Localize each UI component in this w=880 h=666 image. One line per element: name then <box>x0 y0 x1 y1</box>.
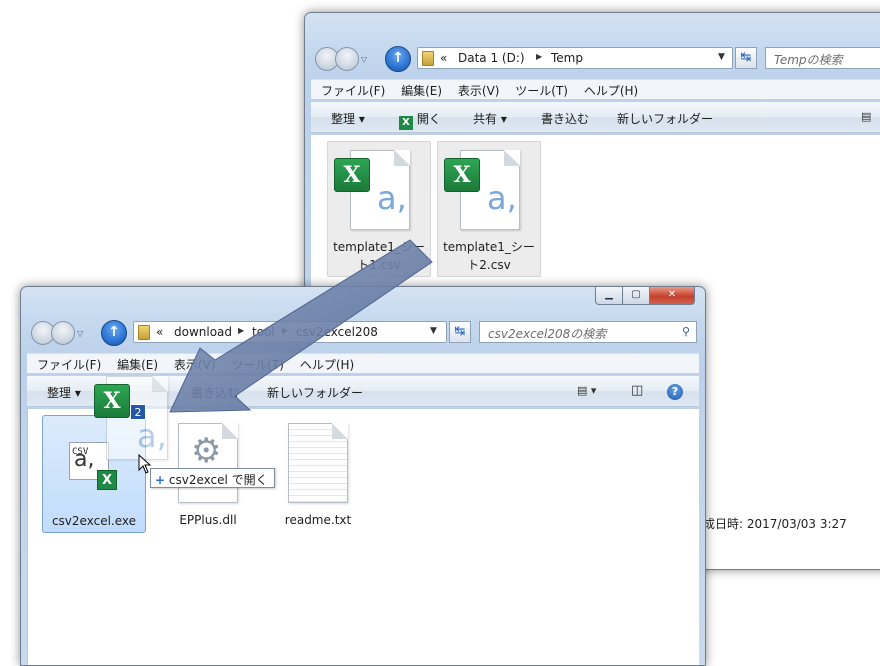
forward-button[interactable] <box>335 47 359 71</box>
open-label: 開く <box>416 112 441 126</box>
excel-icon: X <box>94 384 130 418</box>
file-item-csv2[interactable]: a, X template1_シート2.csv <box>437 141 541 277</box>
minimize-button[interactable]: ▁ <box>595 287 623 305</box>
breadcrumb-temp[interactable]: Temp <box>551 51 583 65</box>
chevron-right-icon[interactable]: ▶ <box>282 326 288 335</box>
file-name: EPPlus.dll <box>179 513 237 527</box>
history-dropdown-icon[interactable]: ▽ <box>361 55 367 64</box>
command-bar: 整理 ▾ X 開く 共有 ▾ 書き込む 新しいフォルダー ▤ <box>311 101 880 133</box>
search-icon[interactable]: ⚲ <box>682 325 690 338</box>
a-glyph: a, <box>487 179 517 217</box>
file-item-csv1[interactable]: a, X template1_シート1.csv <box>327 141 431 277</box>
preview-pane-icon[interactable]: ◫ <box>631 383 643 398</box>
menu-tools[interactable]: ツール(T) <box>505 80 568 99</box>
address-row: ▽ ↑ « download ▶ tool ▶ csv2excel208 ▼ ↹… <box>29 319 701 347</box>
page-fold <box>152 376 168 392</box>
excel-small-icon: X <box>399 116 413 130</box>
new-folder-button[interactable]: 新しいフォルダー <box>267 384 363 401</box>
burn-button[interactable]: 書き込む <box>541 110 589 127</box>
breadcrumb-more[interactable]: « <box>156 325 163 339</box>
txt-file-icon <box>288 423 348 503</box>
menu-tools[interactable]: ツール(T) <box>221 354 284 373</box>
menu-file[interactable]: ファイル(F) <box>27 354 101 373</box>
excel-icon: X <box>334 158 370 192</box>
chevron-right-icon[interactable]: ▶ <box>238 326 244 335</box>
file-item-readme-txt[interactable]: readme.txt <box>266 415 370 533</box>
new-folder-button[interactable]: 新しいフォルダー <box>617 110 713 127</box>
menu-bar: ファイル(F) 編集(E) 表示(V) ツール(T) ヘルプ(H) <box>27 353 699 373</box>
view-options-icon[interactable]: ▤ ▾ <box>577 384 596 397</box>
menu-edit[interactable]: 編集(E) <box>107 354 158 373</box>
menu-bar: ファイル(F) 編集(E) 表示(V) ツール(T) ヘルプ(H) <box>311 79 880 99</box>
burn-button[interactable]: 書き込む <box>191 384 239 401</box>
file-name: template1_シート1.csv <box>333 240 425 272</box>
menu-help[interactable]: ヘルプ(H) <box>574 80 638 99</box>
dll-file-icon: ⚙ <box>178 423 238 503</box>
status-created-date: 作成日時: 2017/03/03 3:27 <box>691 517 847 531</box>
refresh-button[interactable]: ↹ <box>449 321 471 343</box>
page-fold <box>394 150 410 166</box>
plus-icon: + <box>155 473 166 487</box>
explorer-window-csv2excel208: ▁ ▢ ✕ ▽ ↑ « download ▶ tool ▶ csv2excel2… <box>20 286 706 666</box>
menu-file[interactable]: ファイル(F) <box>311 80 385 99</box>
preview-pane-icon[interactable]: ▤ <box>861 110 871 123</box>
excel-icon: X <box>444 158 480 192</box>
page-fold <box>332 423 348 439</box>
breadcrumb-more[interactable]: « <box>440 51 447 65</box>
refresh-button[interactable]: ↹ <box>735 47 757 69</box>
breadcrumb-csv2excel208[interactable]: csv2excel208 <box>296 325 378 339</box>
breadcrumb-download[interactable]: download <box>174 325 232 339</box>
menu-edit[interactable]: 編集(E) <box>391 80 442 99</box>
address-row: ▽ ↑ « Data 1 (D:) ▶ Temp ▼ ↹ Tempの検索 <box>313 45 880 73</box>
file-name: readme.txt <box>284 513 352 527</box>
menu-view[interactable]: 表示(V) <box>448 80 500 99</box>
history-dropdown-icon[interactable]: ▽ <box>77 329 83 338</box>
breadcrumb-drive[interactable]: Data 1 (D:) <box>458 51 525 65</box>
file-name: csv2excel.exe <box>51 514 137 528</box>
page-fold <box>222 423 238 439</box>
file-name: template1_シート2.csv <box>443 240 535 272</box>
address-bar[interactable]: « Data 1 (D:) ▶ Temp ▼ <box>417 47 733 69</box>
drop-tooltip-label: csv2excel で開く <box>168 473 268 487</box>
search-input[interactable]: csv2excel208の検索 ⚲ <box>479 321 697 343</box>
address-bar[interactable]: « download ▶ tool ▶ csv2excel208 ▼ <box>133 321 447 343</box>
help-icon[interactable]: ? <box>667 384 683 400</box>
open-button[interactable]: X 開く <box>399 110 441 130</box>
gear-icon: ⚙ <box>191 431 222 471</box>
drop-tooltip: + csv2excel で開く <box>150 468 275 488</box>
chevron-right-icon[interactable]: ▶ <box>536 52 542 61</box>
search-placeholder: csv2excel208の検索 <box>488 327 607 341</box>
share-button[interactable]: 共有 ▾ <box>473 110 507 127</box>
a-glyph: a, <box>137 417 167 455</box>
maximize-button[interactable]: ▢ <box>622 287 650 305</box>
folder-icon <box>422 51 434 66</box>
up-button[interactable]: ↑ <box>385 46 411 72</box>
search-input[interactable]: Tempの検索 <box>765 47 880 69</box>
forward-button[interactable] <box>51 321 75 345</box>
excel-small-icon: X <box>97 470 117 490</box>
chevron-down-icon[interactable]: ▼ <box>718 52 725 62</box>
drag-count-badge: 2 <box>130 404 146 420</box>
page-fold <box>504 150 520 166</box>
organize-button[interactable]: 整理 ▾ <box>331 110 365 127</box>
folder-icon <box>138 325 150 340</box>
close-button[interactable]: ✕ <box>649 287 695 305</box>
menu-help[interactable]: ヘルプ(H) <box>290 354 354 373</box>
breadcrumb-tool[interactable]: tool <box>252 325 275 339</box>
a-glyph: a, <box>377 179 407 217</box>
organize-button[interactable]: 整理 ▾ <box>47 384 81 401</box>
search-placeholder: Tempの検索 <box>774 53 843 67</box>
up-button[interactable]: ↑ <box>101 320 127 346</box>
chevron-down-icon[interactable]: ▼ <box>430 326 437 336</box>
drag-ghost: a, X 2 <box>90 372 180 464</box>
menu-view[interactable]: 表示(V) <box>164 354 216 373</box>
